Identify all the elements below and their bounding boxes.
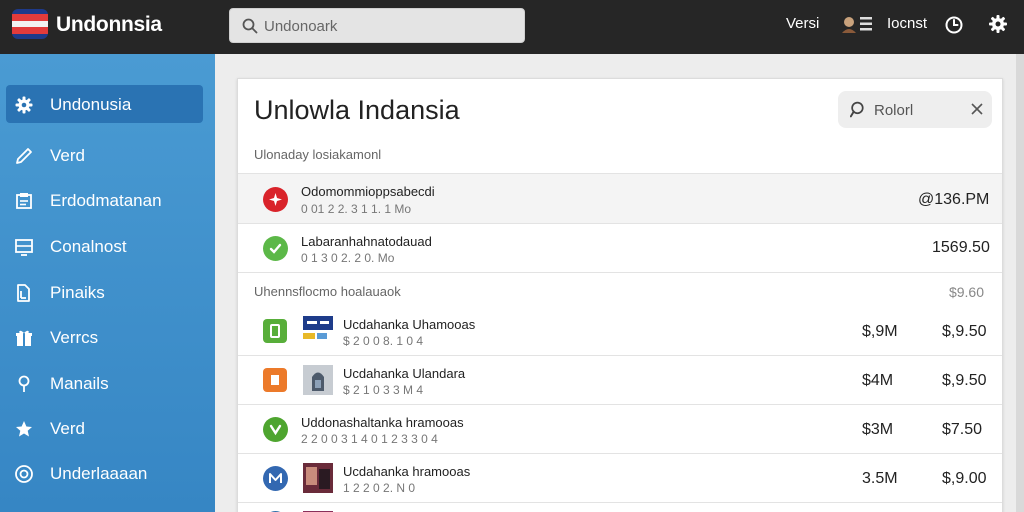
sidebar-item-label: Verd	[50, 146, 85, 165]
gift-icon	[16, 330, 32, 346]
item-price: $,9.50	[942, 323, 987, 340]
blue-circle-m-icon	[263, 466, 288, 491]
star-icon	[16, 421, 32, 437]
section-label: Ulonaday losiakamonl	[254, 147, 382, 162]
green-square-icon	[263, 319, 287, 343]
item-price: $,9.00	[942, 470, 987, 487]
sidebar-item-verd-2[interactable]: Verd	[6, 409, 203, 447]
search-icon	[242, 18, 258, 34]
sidebar-item-label: Erdodmatanan	[50, 191, 162, 210]
orange-square-icon	[263, 368, 287, 392]
table-row[interactable]: Uddonashaltanka hramooas 2 2 0 0 3 1 4 0…	[238, 405, 1002, 454]
pencil-icon	[16, 148, 32, 164]
item-price: $7.50	[942, 421, 983, 438]
sidebar-item-label: Manails	[50, 374, 109, 393]
sidebar-item-verd[interactable]: Verd	[6, 136, 203, 174]
item-title: Uddonashaltanka hramooas	[301, 415, 464, 430]
app-title: Undonnsia	[56, 13, 162, 36]
sidebar-item-label: Verrcs	[50, 328, 99, 347]
product-thumbnail	[303, 316, 333, 339]
sidebar-item-underlaaaan[interactable]: Underlaaaan	[6, 454, 203, 492]
page-title: Unlowla Indansia	[254, 95, 460, 125]
main-panel: Unlowla Indansia Ulonaday losiakamonl Od…	[237, 78, 1003, 512]
item-subtitle: $ 2 0 0 8. 1 0 4	[343, 334, 424, 348]
monitor-icon	[15, 239, 33, 256]
sidebar-item-undonusia[interactable]: Undonusia	[6, 85, 203, 123]
user-list-icon[interactable]	[840, 14, 874, 34]
item-title: Odomommioppsabecdi	[301, 184, 435, 199]
flag-logo-icon[interactable]	[12, 9, 48, 39]
scrollbar[interactable]	[1016, 54, 1024, 512]
green-badge-icon	[263, 236, 288, 261]
red-badge-icon	[263, 187, 288, 212]
list-item[interactable]: Odomommioppsabecdi 0 01 2 2. 3 1 1. 1 Mo…	[238, 174, 1002, 224]
top-bar: Undonnsia Versi Iocnst	[0, 0, 1024, 54]
table-row[interactable]: Ucdahanka Uhamooas $ 2 0 0 8. 1 0 4 $,9M…	[238, 307, 1002, 356]
files-icon	[17, 284, 30, 302]
top-search-input[interactable]	[264, 16, 514, 36]
sidebar-item-pinaiks[interactable]: Pinaiks	[6, 273, 203, 311]
item-title: Ucdahanka hramooas	[343, 464, 471, 479]
item-amount: @136.PM	[918, 191, 990, 208]
table-row[interactable]: Ucdahanka Ulandara $ 2 1 0 3 3 M 4 $4M $…	[238, 356, 1002, 405]
gear-icon[interactable]	[988, 14, 1008, 34]
item-quantity: 3.5M	[862, 470, 898, 487]
list-item[interactable]: Labaranhahnatodauad 0 1 3 0 2. 2 0. Mo 1…	[238, 224, 1002, 273]
sidebar-item-label: Verd	[50, 419, 85, 438]
product-thumbnail	[303, 463, 333, 493]
panel-search-input[interactable]	[874, 100, 964, 120]
gear-icon	[15, 96, 33, 114]
document-icon	[16, 193, 32, 209]
panel-search-box[interactable]	[838, 91, 992, 128]
product-thumbnail	[303, 365, 333, 395]
sidebar-item-label: Undonusia	[50, 95, 132, 114]
sidebar-item-label: Pinaiks	[50, 283, 105, 302]
table-row[interactable]: Ucdahanka hramooas 1 2 2 0 2. N 0 3.5M $…	[238, 454, 1002, 503]
sidebar-item-label: Underlaaaan	[50, 464, 148, 483]
item-quantity: $,9M	[862, 323, 898, 340]
green-shield-icon	[263, 417, 288, 442]
sidebar: Undonusia Verd Erdodmatanan Conalnost Pi…	[0, 54, 215, 512]
item-subtitle: $ 2 1 0 3 3 M 4	[343, 383, 424, 397]
sidebar-item-manails[interactable]: Manails	[6, 364, 203, 402]
item-title: Ucdahanka Uhamooas	[343, 317, 476, 332]
section-value: $9.60	[948, 284, 984, 300]
item-amount: 1569.50	[932, 239, 990, 256]
clock-icon[interactable]	[944, 15, 964, 35]
item-price: $,9.50	[942, 372, 987, 389]
section-label: Uhennsflocmo hoalauaok	[254, 284, 401, 299]
sidebar-item-erdodmatanan[interactable]: Erdodmatanan	[6, 181, 203, 219]
item-title: Labaranhahnatodauad	[301, 234, 432, 249]
item-quantity: $4M	[862, 372, 894, 389]
location-pin-icon	[18, 375, 30, 392]
item-subtitle: 0 01 2 2. 3 1 1. 1 Mo	[301, 202, 412, 216]
sidebar-item-label: Conalnost	[50, 237, 127, 256]
item-title: Ucdahanka Ulandara	[343, 366, 466, 381]
top-link-iocnst[interactable]: Iocnst	[887, 15, 927, 32]
top-link-versi[interactable]: Versi	[786, 15, 819, 32]
top-search-box[interactable]	[229, 8, 525, 43]
item-subtitle: 2 2 0 0 3 1 4 0 1 2 3 3 0 4	[301, 432, 438, 446]
sidebar-item-conalnost[interactable]: Conalnost	[6, 227, 203, 265]
item-subtitle: 1 2 2 0 2. N 0	[343, 481, 416, 495]
item-quantity: $3M	[862, 421, 894, 438]
sidebar-item-verrcs[interactable]: Verrcs	[6, 318, 203, 356]
search-icon	[850, 101, 864, 118]
item-subtitle: 0 1 3 0 2. 2 0. Mo	[301, 251, 395, 265]
target-icon	[15, 465, 33, 483]
close-icon[interactable]	[970, 102, 984, 116]
